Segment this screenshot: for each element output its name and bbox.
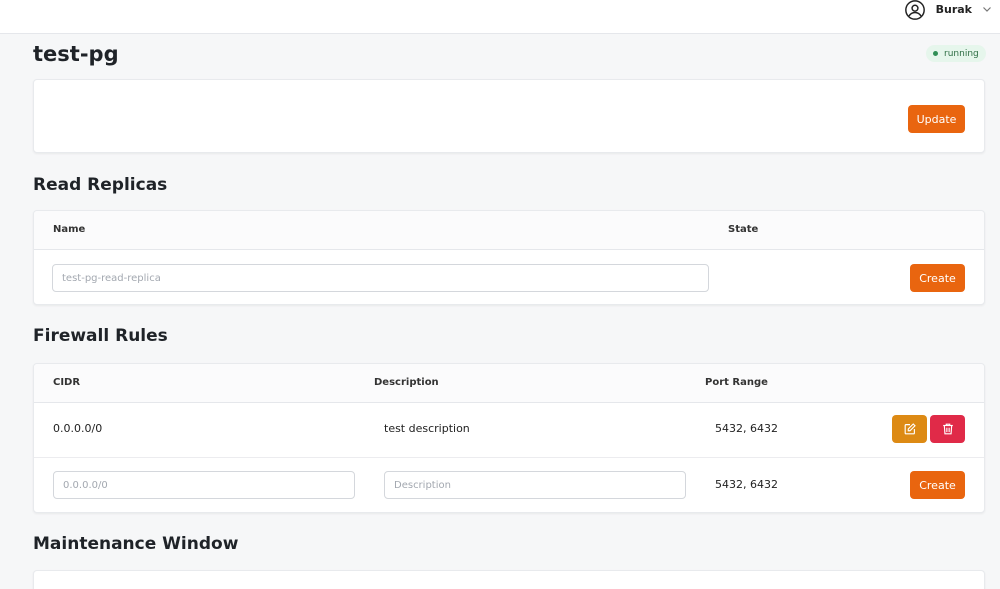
- status-badge: running: [926, 45, 986, 62]
- read-replicas-title: Read Replicas: [33, 175, 168, 195]
- user-circle-icon: [904, 0, 925, 20]
- chevron-down-icon: [983, 7, 991, 12]
- status-text: running: [944, 48, 979, 59]
- edit-icon: [904, 423, 916, 435]
- firewall-rules-title: Firewall Rules: [33, 326, 168, 346]
- new-rule-port-range: 5432, 6432: [715, 478, 778, 491]
- description-input[interactable]: [384, 471, 686, 499]
- table-header: CIDR Description Port Range: [34, 364, 984, 403]
- rule-port-range: 5432, 6432: [715, 422, 778, 435]
- column-header-port-range: Port Range: [705, 377, 768, 388]
- firewall-rules-table: CIDR Description Port Range 0.0.0.0/0 te…: [33, 363, 985, 513]
- trash-icon: [942, 423, 953, 435]
- user-name: Burak: [935, 2, 972, 16]
- replica-name-input[interactable]: [52, 264, 709, 292]
- settings-card: Update: [33, 79, 985, 153]
- column-header-state: State: [728, 224, 759, 235]
- maintenance-window-title: Maintenance Window: [33, 534, 239, 554]
- maintenance-window-card: [33, 570, 985, 589]
- column-header-description: Description: [374, 377, 439, 388]
- top-bar: Burak: [0, 0, 1000, 34]
- page-title: test-pg: [33, 42, 119, 66]
- column-header-cidr: CIDR: [53, 377, 81, 388]
- row-divider: [34, 457, 984, 458]
- update-button[interactable]: Update: [908, 105, 965, 133]
- rule-cidr: 0.0.0.0/0: [53, 422, 103, 435]
- create-replica-button[interactable]: Create: [910, 264, 965, 292]
- table-header: Name State: [34, 211, 984, 250]
- status-dot-icon: [933, 51, 938, 56]
- read-replicas-table: Name State Create: [33, 210, 985, 305]
- column-header-name: Name: [53, 224, 86, 235]
- user-menu[interactable]: Burak: [904, 0, 992, 20]
- cidr-input[interactable]: [53, 471, 355, 499]
- delete-rule-button[interactable]: [930, 415, 965, 443]
- create-rule-button[interactable]: Create: [910, 471, 965, 499]
- rule-description: test description: [384, 422, 470, 435]
- edit-rule-button[interactable]: [892, 415, 927, 443]
